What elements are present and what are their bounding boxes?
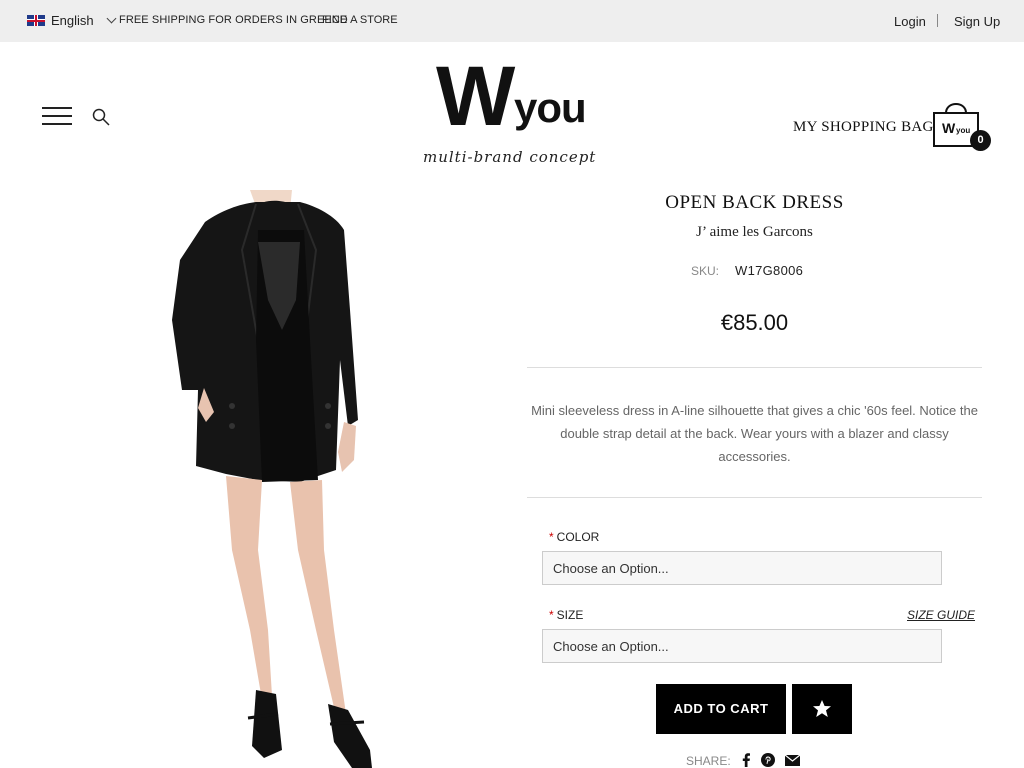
size-select[interactable]: Choose an Option... <box>542 629 942 663</box>
sku-value: W17G8006 <box>735 263 804 278</box>
shopping-bag-label[interactable]: MY SHOPPING BAG <box>793 119 934 136</box>
chevron-down-icon <box>106 13 117 24</box>
sku-label: SKU: <box>691 264 720 278</box>
top-bar: English FREE SHIPPING FOR ORDERS IN GREE… <box>0 0 1024 42</box>
search-icon[interactable] <box>92 108 110 126</box>
color-label: * COLOR <box>549 530 600 544</box>
star-icon <box>813 700 831 717</box>
wishlist-button[interactable] <box>792 684 852 734</box>
language-label: English <box>51 13 94 28</box>
product-image[interactable] <box>0 190 500 768</box>
divider <box>527 497 982 498</box>
add-to-cart-button[interactable]: ADD TO CART <box>656 684 786 734</box>
bag-count-badge: 0 <box>970 130 991 151</box>
color-select[interactable]: Choose an Option... <box>542 551 942 585</box>
email-icon[interactable] <box>785 754 800 766</box>
product-title: OPEN BACK DRESS <box>665 192 844 213</box>
divider <box>527 367 982 368</box>
uk-flag-icon <box>27 15 45 26</box>
product-brand[interactable]: J’ aime les Garcons <box>527 224 982 241</box>
find-store-link[interactable]: FIND A STORE <box>322 14 398 26</box>
login-link[interactable]: Login <box>894 14 926 29</box>
pinterest-icon[interactable] <box>761 753 775 767</box>
logo-tagline: multi-brand concept <box>423 148 597 166</box>
svg-text:W: W <box>942 120 956 136</box>
product-price: €85.00 <box>720 310 789 335</box>
share-icons <box>741 753 800 767</box>
size-label: * SIZE <box>549 608 584 622</box>
menu-icon[interactable] <box>42 107 72 126</box>
product-description: Mini sleeveless dress in A-line silhouet… <box>531 403 978 464</box>
logo-w: W <box>436 49 515 143</box>
share-label: SHARE: <box>686 754 731 768</box>
shipping-note: FREE SHIPPING FOR ORDERS IN GREECE <box>119 14 348 26</box>
size-guide-link[interactable]: SIZE GUIDE <box>907 608 975 622</box>
divider <box>937 14 938 27</box>
svg-text:you: you <box>956 126 970 135</box>
facebook-icon[interactable] <box>741 753 751 767</box>
site-logo[interactable]: W you multi-brand concept <box>420 49 600 176</box>
language-selector[interactable]: English <box>27 13 117 28</box>
logo-you: you <box>514 84 587 131</box>
signup-link[interactable]: Sign Up <box>954 14 1000 29</box>
